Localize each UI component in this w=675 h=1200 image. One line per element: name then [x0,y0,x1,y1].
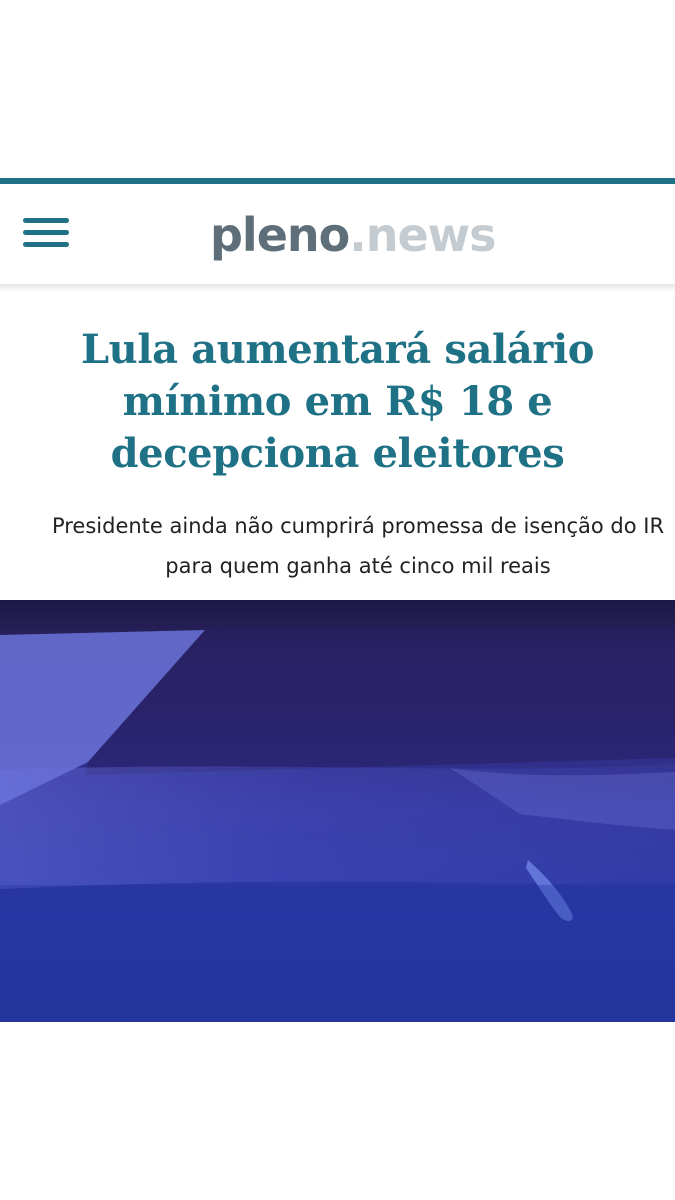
site-logo[interactable]: pleno .news [210,206,497,264]
logo-text-primary: pleno [210,208,350,262]
hero-image-graphic [0,600,675,1022]
hamburger-line [23,242,69,247]
logo-text-secondary: .news [349,208,496,262]
header-shadow [0,284,675,292]
article-headline: Lula aumentará salário mínimo em R$ 18 e… [80,326,595,477]
hamburger-menu-icon[interactable] [23,218,69,248]
top-blank-area [0,0,675,178]
hero-bottom-tone [0,885,675,1022]
bottom-blank-area [0,1022,675,1200]
hamburger-line [23,218,69,223]
article-subheadline: Presidente ainda não cumprirá promessa d… [51,514,665,578]
site-header: pleno .news [0,184,675,286]
article-hero-image [0,600,675,1022]
hamburger-line [23,230,69,235]
